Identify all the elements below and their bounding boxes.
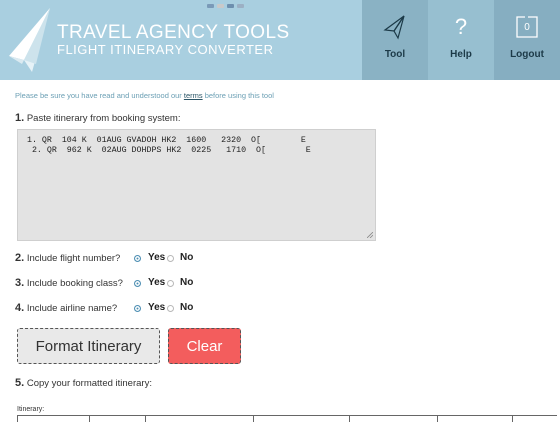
terms-link[interactable]: terms [184, 91, 203, 100]
nav-help[interactable]: ? Help [428, 0, 494, 80]
airline-name-no-label: No [180, 302, 194, 313]
step-5-label: 5. Copy your formatted itinerary: [15, 377, 152, 389]
option-flight-number-label: 2. Include flight number? [15, 252, 121, 264]
booking-class-yes-radio[interactable] [134, 280, 141, 287]
question-mark-icon: ? [454, 14, 468, 39]
nav-logout-label: Logout [510, 49, 544, 60]
terms-notice: Please be sure you have read and underst… [15, 91, 274, 100]
airline-name-no-radio[interactable] [167, 305, 174, 312]
logout-count: 0 [524, 22, 530, 33]
output-table-cell [512, 416, 557, 422]
flight-number-yes-radio[interactable] [134, 255, 141, 262]
itinerary-input[interactable]: 1. QR 104 K 01AUG GVADOH HK2 1600 2320 O… [17, 129, 376, 241]
resize-grip-icon[interactable] [367, 232, 373, 238]
flight-number-yes-label: Yes [148, 252, 166, 263]
nav-tool[interactable]: Tool [362, 0, 428, 80]
clear-button[interactable]: Clear [168, 328, 241, 364]
step-1-label: 1. Paste itinerary from booking system: [15, 112, 181, 124]
flight-number-no-label: No [180, 252, 194, 263]
format-itinerary-button[interactable]: Format Itinerary [17, 328, 160, 364]
output-itinerary-table [17, 415, 557, 426]
paper-plane-logo-icon [9, 8, 50, 72]
output-itinerary-label: Itinerary: [17, 406, 45, 413]
language-flag[interactable] [227, 4, 234, 8]
airline-name-yes-radio[interactable] [134, 305, 141, 312]
flight-number-no-radio[interactable] [167, 255, 174, 262]
booking-class-no-label: No [180, 277, 194, 288]
output-table-cell [17, 416, 89, 422]
output-table-cell [145, 416, 253, 422]
nav-help-label: Help [450, 49, 472, 60]
booking-class-yes-label: Yes [148, 277, 166, 288]
output-table-cell [89, 416, 145, 422]
brand-title: TRAVEL AGENCY TOOLS [57, 22, 290, 43]
output-table-cell [436, 416, 512, 422]
language-flags [207, 4, 244, 8]
output-table-cell [348, 416, 437, 422]
nav-tool-label: Tool [384, 49, 406, 60]
brand-subtitle: FLIGHT ITINERARY CONVERTER [57, 42, 274, 57]
language-flag[interactable] [207, 4, 214, 8]
nav-logout[interactable]: 0 Logout [494, 0, 560, 80]
option-booking-class-label: 3. Include booking class? [15, 277, 123, 289]
option-airline-name-label: 4. Include airline name? [15, 302, 118, 314]
language-flag[interactable] [217, 4, 224, 8]
header-bar: TRAVEL AGENCY TOOLS FLIGHT ITINERARY CON… [0, 0, 560, 80]
paper-plane-icon [383, 15, 405, 40]
booking-class-no-radio[interactable] [167, 280, 174, 287]
output-table-cell [253, 416, 348, 422]
language-flag[interactable] [237, 4, 244, 8]
airline-name-yes-label: Yes [148, 302, 166, 313]
